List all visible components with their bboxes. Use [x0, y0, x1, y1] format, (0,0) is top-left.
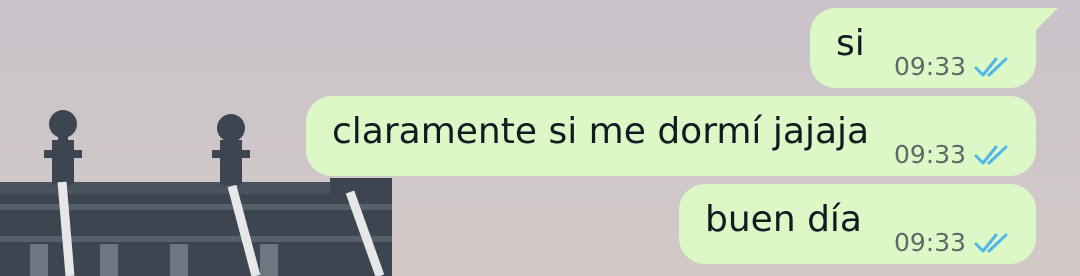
chat-screen: si 09:33 claramente si me dormí jajaja 0… — [0, 0, 1080, 276]
message-time: 09:33 — [893, 52, 966, 81]
read-double-check-icon — [974, 233, 1008, 253]
bubble-tail — [1036, 8, 1058, 30]
read-double-check-icon — [974, 145, 1008, 165]
outgoing-message-bubble[interactable]: si 09:33 — [810, 8, 1058, 88]
outgoing-message-bubble[interactable]: claramente si me dormí jajaja 09:33 — [306, 96, 1036, 176]
message-time: 09:33 — [893, 228, 966, 257]
message-time: 09:33 — [893, 140, 966, 169]
read-double-check-icon — [974, 57, 1008, 77]
message-text: si — [836, 23, 865, 64]
message-text: buen día — [705, 199, 862, 240]
message-meta: 09:33 — [894, 228, 1014, 258]
message-meta: 09:33 — [894, 140, 1014, 170]
outgoing-message-bubble[interactable]: buen día 09:33 — [679, 184, 1036, 264]
message-meta: 09:33 — [894, 52, 1014, 82]
message-text: claramente si me dormí jajaja — [332, 111, 870, 152]
